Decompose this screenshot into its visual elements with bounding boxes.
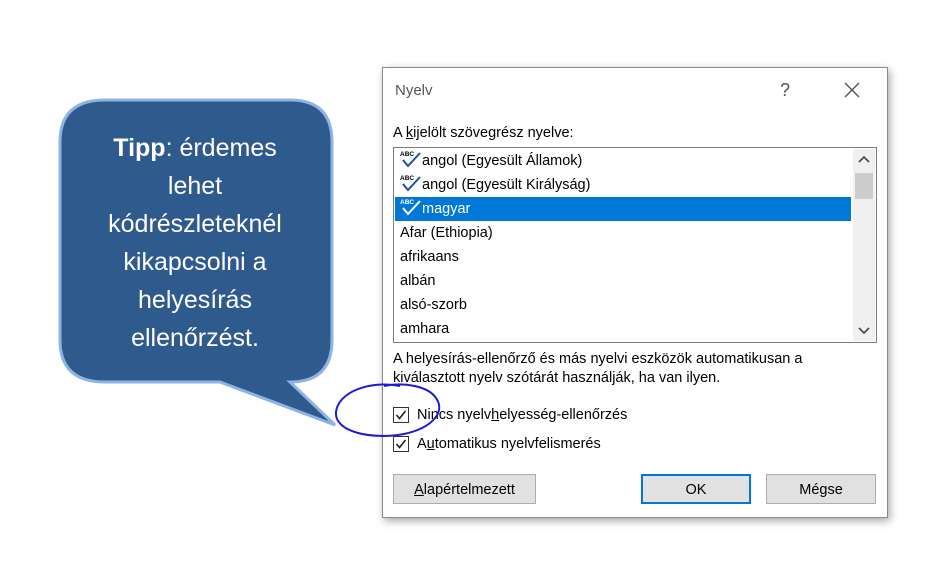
language-list-item[interactable]: alsó-szorb (395, 293, 851, 317)
label-text: tomatikus nyelvfelismerés (434, 436, 601, 452)
label-accel: h (491, 407, 500, 423)
close-button[interactable] (838, 76, 866, 104)
label-text: elyesség-ellenőrzés (499, 407, 628, 423)
scroll-thumb[interactable] (855, 173, 873, 199)
tip-line: ellenőrzést. (131, 324, 259, 352)
spellcheck-icon: ABC (400, 175, 421, 192)
set-default-button[interactable]: Alapértelmezett (393, 474, 536, 504)
language-label: afrikaans (400, 249, 459, 265)
no-proofing-label: Nincs nyelvhelyesség-ellenőrzés (417, 407, 627, 423)
auto-detect-checkbox[interactable] (393, 436, 409, 452)
language-label: magyar (422, 201, 471, 217)
language-list-item[interactable]: ABC angol (Egyesült Királyság) (395, 173, 851, 197)
language-list-items: ABC angol (Egyesült Államok) ABC angol (Egy… (395, 149, 851, 341)
label-text: A (393, 125, 406, 141)
scroll-down-button[interactable] (853, 319, 875, 341)
help-button[interactable]: ? (771, 76, 799, 104)
info-text: A helyesírás-ellenőrző és más nyelvi esz… (393, 351, 803, 386)
label-text: ijelölt szövegrész nyelve: (413, 125, 574, 141)
language-label: alsó-szorb (400, 297, 467, 313)
label-text: A (417, 436, 427, 452)
checkmark-icon (395, 410, 407, 420)
language-list-item[interactable]: ABC angol (Egyesült Államok) (395, 149, 851, 173)
dialog-title: Nyelv (395, 82, 433, 99)
scroll-up-button[interactable] (853, 149, 875, 171)
tip-line: kódrészleteknél (108, 210, 282, 238)
language-dialog: Nyelv ? A kijelölt szövegrész nyelve: AB… (382, 67, 888, 518)
language-list-item[interactable]: afrikaans (395, 245, 851, 269)
tip-line: helyesírás (138, 286, 252, 314)
svg-text:ABC: ABC (400, 151, 414, 158)
button-text: lapértelmezett (423, 482, 515, 498)
cancel-button[interactable]: Mégse (766, 474, 876, 504)
svg-text:ABC: ABC (400, 175, 414, 182)
spellcheck-icon: ABC (400, 151, 421, 168)
chevron-down-icon (858, 327, 870, 335)
label-accel: u (426, 436, 435, 452)
chevron-up-icon (858, 155, 870, 163)
tip-line: lehet (167, 172, 223, 200)
ok-button[interactable]: OK (641, 474, 751, 504)
language-list-item[interactable]: Afar (Ethiopia) (395, 221, 851, 245)
language-label: Afar (Ethiopia) (400, 225, 493, 241)
tip-bold: Tipp (113, 134, 166, 162)
spellcheck-icon: ABC (400, 199, 421, 216)
checkmark-icon (395, 439, 407, 449)
language-list-item[interactable]: ABC magyar (395, 197, 851, 221)
language-label: albán (400, 273, 436, 289)
no-proofing-checkbox[interactable] (393, 407, 409, 423)
language-list-item[interactable]: albán (395, 269, 851, 293)
language-label: amhara (400, 321, 450, 337)
language-label: angol (Egyesült Államok) (422, 153, 583, 169)
close-icon (844, 82, 860, 98)
list-scrollbar[interactable] (853, 149, 875, 341)
auto-detect-checkbox-row[interactable]: Automatikus nyelvfelismerés (393, 434, 601, 454)
tip-line: : érdemes (165, 134, 277, 162)
language-list-item[interactable]: amhara (395, 317, 851, 341)
tip-text: Tipp: érdemes lehet kódrészleteknél kika… (70, 112, 320, 374)
no-proofing-checkbox-row[interactable]: Nincs nyelvhelyesség-ellenőrzés (393, 405, 627, 425)
auto-detect-label: Automatikus nyelvfelismerés (417, 436, 601, 452)
language-listbox[interactable]: ABC angol (Egyesült Államok) ABC angol (Egy… (393, 147, 877, 343)
svg-text:ABC: ABC (400, 199, 414, 206)
language-list-label: A kijelölt szövegrész nyelve: (393, 125, 574, 141)
language-label: angol (Egyesült Királyság) (422, 177, 591, 193)
label-text: Nincs nyelv (417, 407, 492, 423)
button-accel: A (414, 482, 424, 498)
tip-line: kikapcsolni a (123, 248, 267, 276)
dialog-titlebar[interactable]: Nyelv ? (383, 68, 887, 112)
